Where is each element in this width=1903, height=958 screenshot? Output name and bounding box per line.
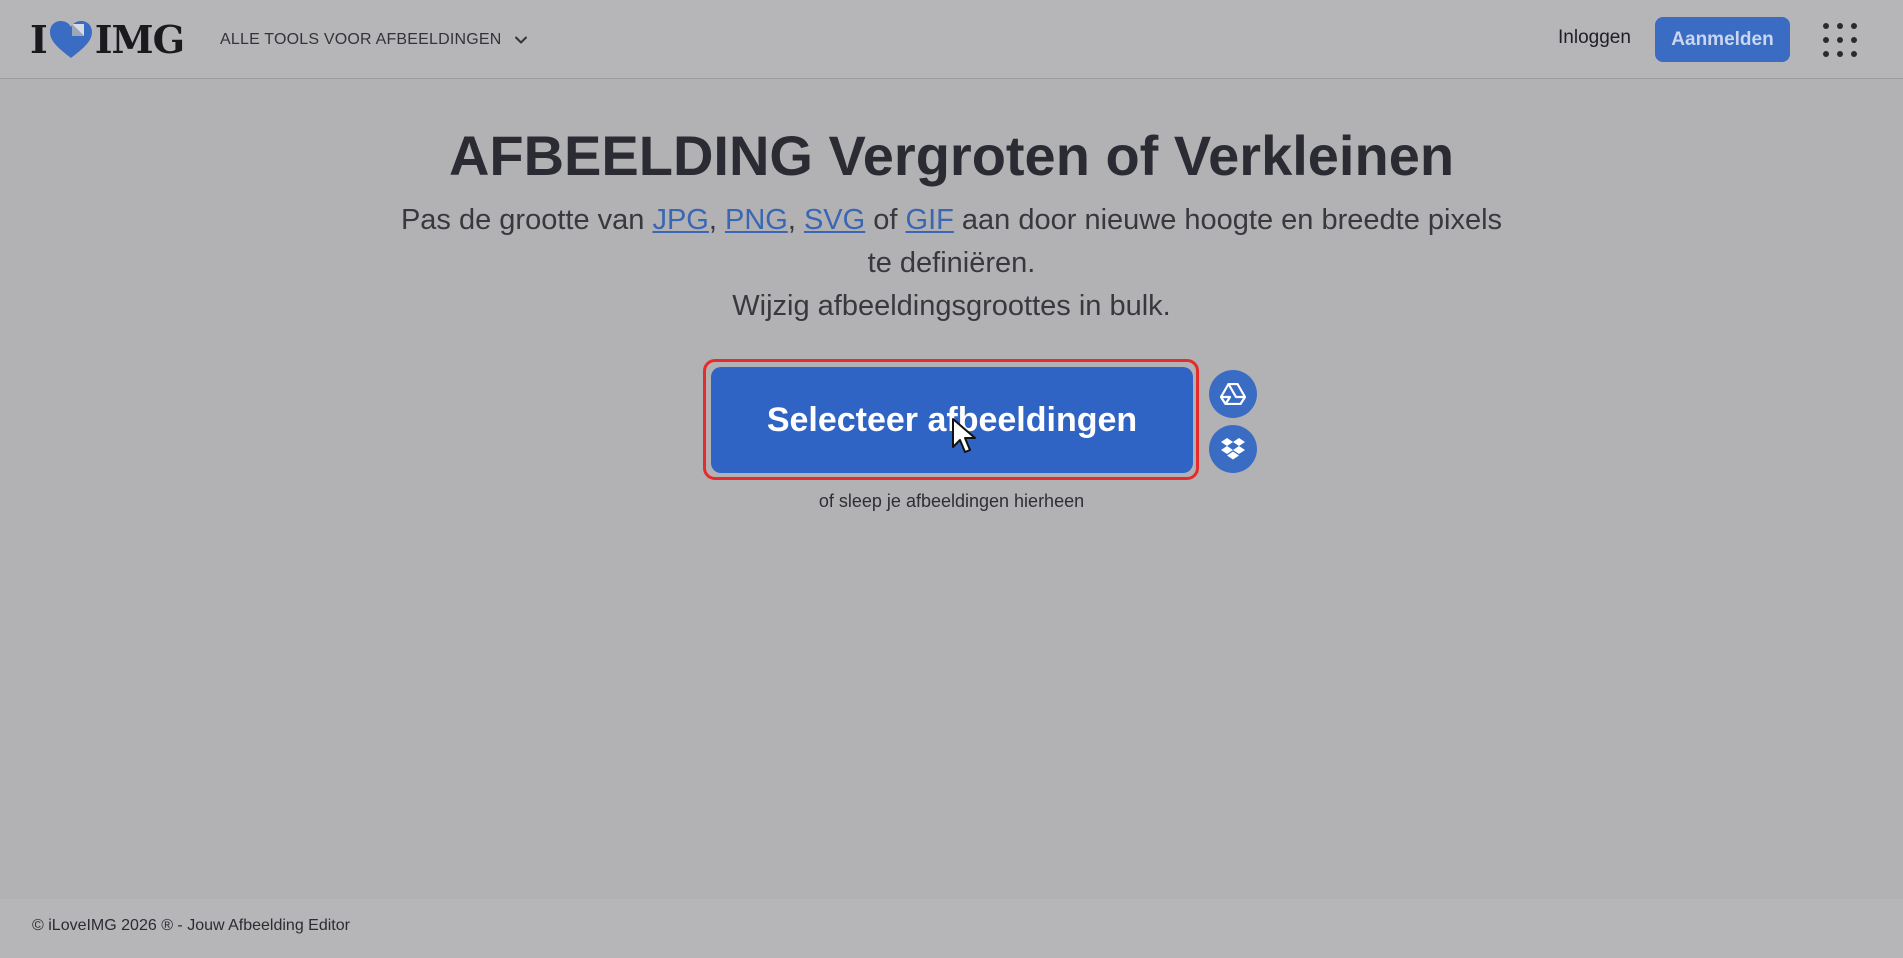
subtitle-prefix: Pas de grootte van [400, 204, 653, 236]
signup-button[interactable]: Aanmelden [1655, 17, 1790, 62]
page-title: AFBEELDING Vergroten of Verkleinen [448, 124, 1455, 187]
dropbox-icon [1221, 438, 1245, 460]
page-footer: © iLoveIMG 2026 ® - Jouw Afbeelding Edit… [0, 899, 1903, 958]
footer-copyright: © iLoveIMG 2026 ® - Jouw Afbeelding Edit… [32, 917, 350, 934]
page-subtitle: Pas de grootte van JPG, PNG, SVG of GIF … [400, 199, 1503, 328]
dropbox-button[interactable] [1209, 425, 1257, 473]
iloveimg-logo[interactable]: I IMG [30, 17, 185, 62]
google-drive-button[interactable] [1209, 370, 1257, 418]
subtitle-separator: , [708, 204, 725, 236]
all-tools-dropdown[interactable]: ALLE TOOLS VOOR AFBEELDINGEN [220, 28, 528, 52]
apps-grid-icon[interactable] [1822, 22, 1858, 58]
chevron-down-icon [514, 36, 527, 44]
subtitle-separator: , [787, 204, 804, 236]
subtitle-separator: of [865, 204, 906, 236]
subtitle-bulk-line: Wijzig afbeeldingsgroottes in bulk. [732, 290, 1171, 322]
top-header: I IMG ALLE TOOLS VOOR AFBEELDINGEN Inlog… [0, 0, 1903, 79]
login-link[interactable]: Inloggen [1558, 27, 1631, 49]
logo-letters-img: IMG [94, 17, 185, 62]
all-tools-label: ALLE TOOLS VOOR AFBEELDINGEN [220, 31, 502, 48]
drop-hint-text: of sleep je afbeeldingen hierheen [818, 491, 1085, 511]
subtitle-suffix: aan door nieuwe hoogte en breedte pixels… [867, 204, 1503, 279]
gif-link[interactable]: GIF [906, 204, 954, 236]
png-link[interactable]: PNG [725, 204, 788, 236]
heart-logo-icon [49, 21, 92, 58]
logo-letter-i: I [30, 17, 48, 62]
jpg-link[interactable]: JPG [652, 204, 708, 236]
select-images-button[interactable]: Selecteer afbeeldingen [711, 367, 1193, 473]
google-drive-icon [1220, 383, 1246, 405]
svg-link[interactable]: SVG [804, 204, 865, 236]
